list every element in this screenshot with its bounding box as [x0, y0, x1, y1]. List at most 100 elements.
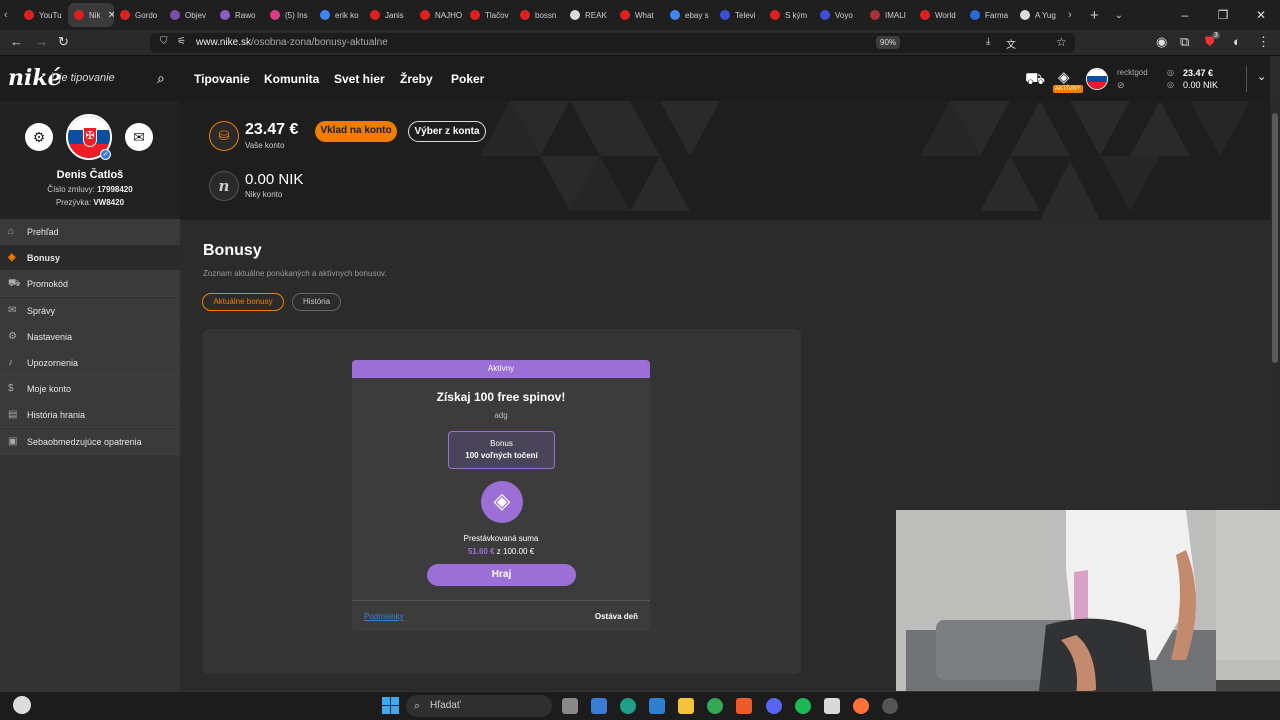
url-bar[interactable]: ⛉ ⚟ www.nike.sk/osobna-zona/bonusy-aktua…	[150, 33, 1075, 53]
limit-icon: ▣	[8, 435, 18, 447]
spotify-icon[interactable]	[795, 698, 811, 714]
play-button[interactable]: Hraj	[427, 564, 576, 586]
weather-icon[interactable]	[13, 696, 31, 714]
terms-link[interactable]: Podmienky	[364, 612, 404, 621]
sidebar-item[interactable]: ▤ História hrania	[0, 402, 180, 429]
discord-icon[interactable]	[766, 698, 782, 714]
tab-historia[interactable]: História	[292, 293, 341, 311]
header-avatar[interactable]	[1086, 68, 1108, 90]
task-view-icon[interactable]	[562, 698, 578, 714]
tab-label: YouTu	[39, 10, 62, 20]
browser-tab[interactable]: Gordo	[114, 3, 164, 27]
browser-tab[interactable]: World	[914, 3, 964, 27]
browser-tab[interactable]: (5) Ins	[264, 3, 314, 27]
nav-tipovanie[interactable]: Tipovanie	[194, 72, 250, 86]
bookmark-star-icon[interactable]: ☆	[1056, 35, 1067, 49]
obs-icon[interactable]	[882, 698, 898, 714]
contract-label: Číslo zmluvy:	[47, 185, 95, 194]
header-username[interactable]: recktgod	[1117, 68, 1148, 77]
tab-label: Gordo	[135, 10, 158, 20]
browser-tab[interactable]: bossn	[514, 3, 564, 27]
deposit-button[interactable]: Vklad na konto	[315, 121, 397, 142]
sidebar-item[interactable]: ▣ Sebaobmedzujúce opatrenia	[0, 428, 180, 455]
translate-icon[interactable]: 文	[1006, 36, 1016, 51]
nav-zreby[interactable]: Žreby	[400, 72, 433, 86]
browser-tab[interactable]: Rawo	[214, 3, 264, 27]
firefox-icon[interactable]	[853, 698, 869, 714]
browser-tab[interactable]: S kým	[764, 3, 814, 27]
browser-tab[interactable]: NAJHO	[414, 3, 464, 27]
withdraw-button[interactable]: Výber z konta	[408, 121, 486, 142]
header-balance[interactable]: 23.47 €	[1183, 68, 1213, 78]
browser-tab[interactable]: What	[614, 3, 664, 27]
browser-tab[interactable]: Tlačov	[464, 3, 514, 27]
browser-tab[interactable]: A Yug	[1014, 3, 1064, 27]
sidebar-toggle-icon[interactable]: ◐	[1233, 34, 1241, 49]
file-explorer-icon[interactable]	[678, 698, 694, 714]
search-icon[interactable]: ⌕	[157, 70, 165, 87]
tab-label: S kým	[785, 10, 808, 20]
browser-tab[interactable]: REAK	[564, 3, 614, 27]
sidebar-item[interactable]: ♪ Upozornenia	[0, 350, 180, 376]
nav-poker[interactable]: Poker	[451, 72, 484, 86]
tab-favicon-icon	[1020, 10, 1030, 20]
tab-scroll-right-icon[interactable]: ›	[1068, 9, 1082, 21]
browser-tab[interactable]: Farma	[964, 3, 1014, 27]
maximize-button[interactable]: ❐	[1204, 8, 1242, 22]
close-window-button[interactable]: ✕	[1242, 8, 1280, 22]
shield-icon[interactable]: ⛉	[160, 36, 168, 47]
tab-aktualne-bonusy[interactable]: Aktuálne bonusy	[202, 293, 284, 311]
browser-tab[interactable]: ebay s	[664, 3, 714, 27]
browser-tab[interactable]: Televi	[714, 3, 764, 27]
browser-tab[interactable]: YouTu	[18, 3, 68, 27]
settings-gear-button[interactable]: ⚙	[25, 123, 53, 151]
sidebar-item[interactable]: $ Moje konto	[0, 376, 180, 403]
diamond-icon[interactable]: ◈	[1058, 68, 1070, 86]
tab-list-icon[interactable]: ⌄	[1115, 10, 1123, 21]
eye-off-icon[interactable]: ⊘	[1117, 80, 1125, 91]
site-info-icon[interactable]: ⚟	[177, 36, 186, 47]
extensions-icon[interactable]: ⧉	[1180, 34, 1189, 50]
chevron-down-icon[interactable]: ⌄	[1257, 70, 1266, 83]
browser-tab[interactable]: Voyo	[814, 3, 864, 27]
new-tab-button[interactable]: +	[1090, 7, 1099, 24]
tab-favicon-icon	[620, 10, 630, 20]
reload-icon[interactable]: ↻	[58, 34, 69, 50]
taskbar-search[interactable]: ⌕ Hľadať	[406, 695, 552, 717]
sidebar-item[interactable]: ⛟ Promokód	[0, 271, 180, 298]
nav-komunita[interactable]: Komunita	[264, 72, 319, 86]
account-icon[interactable]: ◉	[1156, 34, 1167, 50]
download-page-icon[interactable]: ⤓	[986, 36, 990, 47]
browser-tab[interactable]: erik ko	[314, 3, 364, 27]
browser-tab[interactable]: Nik ✕	[68, 3, 114, 27]
menu-icon[interactable]: ⋮	[1257, 34, 1270, 50]
scrollbar-thumb[interactable]	[1272, 113, 1278, 363]
zoom-level[interactable]: 90%	[876, 36, 901, 49]
browser-tab[interactable]: IMALI	[864, 3, 914, 27]
sidebar-item[interactable]: ⌂ Prehľad	[0, 219, 180, 245]
extension-badge: 3	[1212, 32, 1220, 39]
notepad-icon[interactable]	[824, 698, 840, 714]
ticket-icon[interactable]: ⛟	[1025, 70, 1045, 90]
browser-tab[interactable]: Objev	[164, 3, 214, 27]
store-icon[interactable]	[591, 698, 607, 714]
browser-tab[interactable]: Janis	[364, 3, 414, 27]
back-icon[interactable]: ←	[10, 34, 23, 49]
windows-start-icon[interactable]	[382, 697, 399, 714]
nav-svet-hier[interactable]: Svet hier	[334, 72, 385, 86]
header-nik-balance[interactable]: 0.00 NIK	[1183, 80, 1218, 90]
sidebar-item[interactable]: ✉ Správy	[0, 297, 180, 324]
messages-button[interactable]: ✉	[125, 123, 153, 151]
minimize-button[interactable]: –	[1166, 8, 1204, 22]
url-text[interactable]: www.nike.sk/osobna-zona/bonusy-aktualne	[196, 37, 388, 48]
tab-scroll-left-icon[interactable]: ‹	[4, 9, 18, 21]
sidebar-item[interactable]: ◈ Bonusy	[0, 245, 180, 272]
photos-icon[interactable]	[649, 698, 665, 714]
edge-icon[interactable]	[620, 698, 636, 714]
forward-icon[interactable]: →	[35, 34, 48, 49]
sidebar-item[interactable]: ⚙ Nastavenia	[0, 323, 180, 350]
bonus-status-bar: Aktívny	[352, 360, 650, 378]
chrome-icon[interactable]	[707, 698, 723, 714]
tab-label: REAK	[585, 10, 607, 20]
brave-icon[interactable]	[736, 698, 752, 714]
